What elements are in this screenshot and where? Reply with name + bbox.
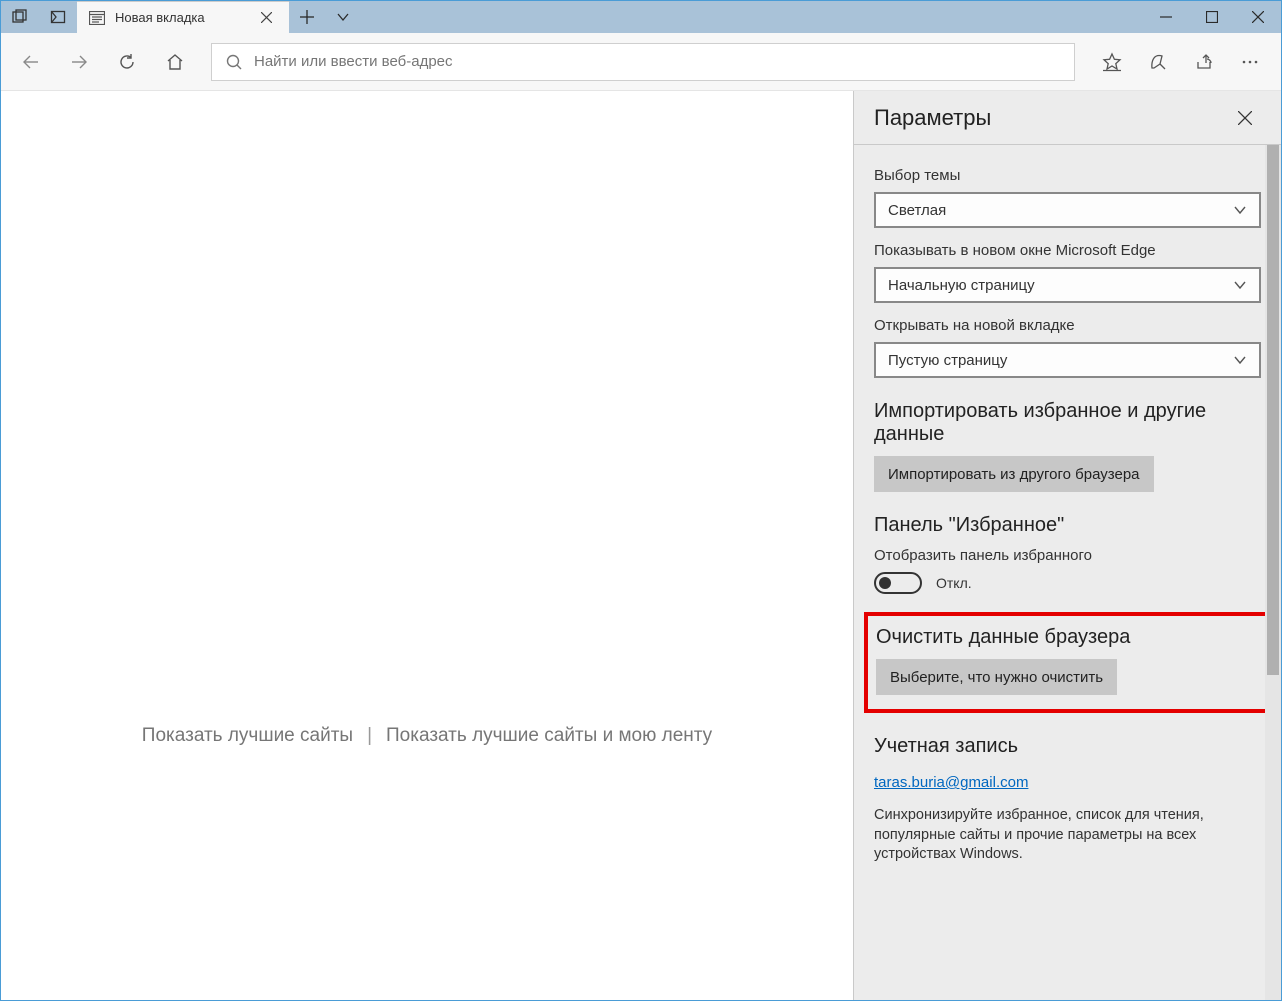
panel-title: Параметры [874, 105, 991, 131]
window-controls [1143, 1, 1281, 33]
newwindow-value: Начальную страницу [888, 277, 1035, 294]
favorites-button[interactable] [1089, 40, 1135, 84]
panel-body: Выбор темы Светлая Показывать в новом ок… [854, 145, 1281, 1000]
chevron-down-icon [1233, 203, 1247, 217]
tab-title: Новая вкладка [115, 10, 205, 25]
share-button[interactable] [1181, 40, 1227, 84]
theme-value: Светлая [888, 202, 946, 219]
content: Показать лучшие сайты | Показать лучшие … [1, 91, 1281, 1000]
import-heading: Импортировать избранное и другие данные [874, 400, 1261, 446]
show-topsites-feed-link[interactable]: Показать лучшие сайты и мою ленту [386, 725, 712, 747]
newtab-value: Пустую страницу [888, 352, 1007, 369]
panel-header: Параметры [854, 91, 1281, 145]
newwindow-select[interactable]: Начальную страницу [874, 267, 1261, 303]
refresh-button[interactable] [105, 40, 149, 84]
chevron-down-icon [1233, 353, 1247, 367]
import-button[interactable]: Импортировать из другого браузера [874, 456, 1154, 492]
theme-select[interactable]: Светлая [874, 192, 1261, 228]
titlebar: Новая вкладка [1, 1, 1281, 33]
address-input[interactable] [254, 53, 1060, 70]
page-main: Показать лучшие сайты | Показать лучшие … [1, 91, 853, 1000]
toolbar [1, 33, 1281, 91]
panel-scrollbar[interactable] [1265, 145, 1281, 1000]
close-tab-button[interactable] [255, 6, 279, 30]
show-tabs-icon[interactable] [39, 1, 77, 33]
theme-label: Выбор темы [874, 167, 1261, 184]
browser-tab[interactable]: Новая вкладка [77, 1, 289, 33]
close-window-button[interactable] [1235, 1, 1281, 33]
page-icon [89, 10, 105, 26]
titlebar-left: Новая вкладка [1, 1, 361, 33]
search-icon [226, 54, 242, 70]
favbar-label: Отобразить панель избранного [874, 547, 1261, 564]
newtab-label: Открывать на новой вкладке [874, 317, 1261, 334]
addressbar[interactable] [211, 43, 1075, 81]
settings-panel: Параметры Выбор темы Светлая Показывать … [853, 91, 1281, 1000]
chevron-down-icon [1233, 278, 1247, 292]
newwindow-label: Показывать в новом окне Microsoft Edge [874, 242, 1261, 259]
toggle-knob [879, 577, 891, 589]
home-button[interactable] [153, 40, 197, 84]
more-button[interactable] [1227, 40, 1273, 84]
show-topsites-link[interactable]: Показать лучшие сайты [142, 725, 353, 747]
set-aside-tabs-icon[interactable] [1, 1, 39, 33]
account-heading: Учетная запись [874, 735, 1261, 758]
maximize-button[interactable] [1189, 1, 1235, 33]
toolbar-right [1089, 40, 1273, 84]
divider: | [367, 725, 372, 747]
scrollbar-thumb[interactable] [1267, 145, 1279, 675]
favbar-heading: Панель "Избранное" [874, 514, 1261, 537]
tab-actions [289, 1, 361, 33]
clear-button[interactable]: Выберите, что нужно очистить [876, 659, 1117, 695]
newtab-select[interactable]: Пустую страницу [874, 342, 1261, 378]
favbar-toggle-row: Откл. [874, 572, 1261, 594]
favbar-toggle[interactable] [874, 572, 922, 594]
tab-chevron-icon[interactable] [325, 1, 361, 33]
account-description: Синхронизируйте избранное, список для чт… [874, 806, 1261, 865]
forward-button[interactable] [57, 40, 101, 84]
start-page-links: Показать лучшие сайты | Показать лучшие … [142, 725, 712, 747]
back-button[interactable] [9, 40, 53, 84]
clear-heading: Очистить данные браузера [876, 626, 1259, 649]
minimize-button[interactable] [1143, 1, 1189, 33]
new-tab-button[interactable] [289, 1, 325, 33]
notes-button[interactable] [1135, 40, 1181, 84]
account-email-link[interactable]: taras.buria@gmail.com [874, 774, 1028, 791]
panel-close-button[interactable] [1229, 102, 1261, 134]
clear-data-highlight: Очистить данные браузера Выберите, что н… [864, 612, 1271, 713]
favbar-state: Откл. [936, 575, 972, 591]
